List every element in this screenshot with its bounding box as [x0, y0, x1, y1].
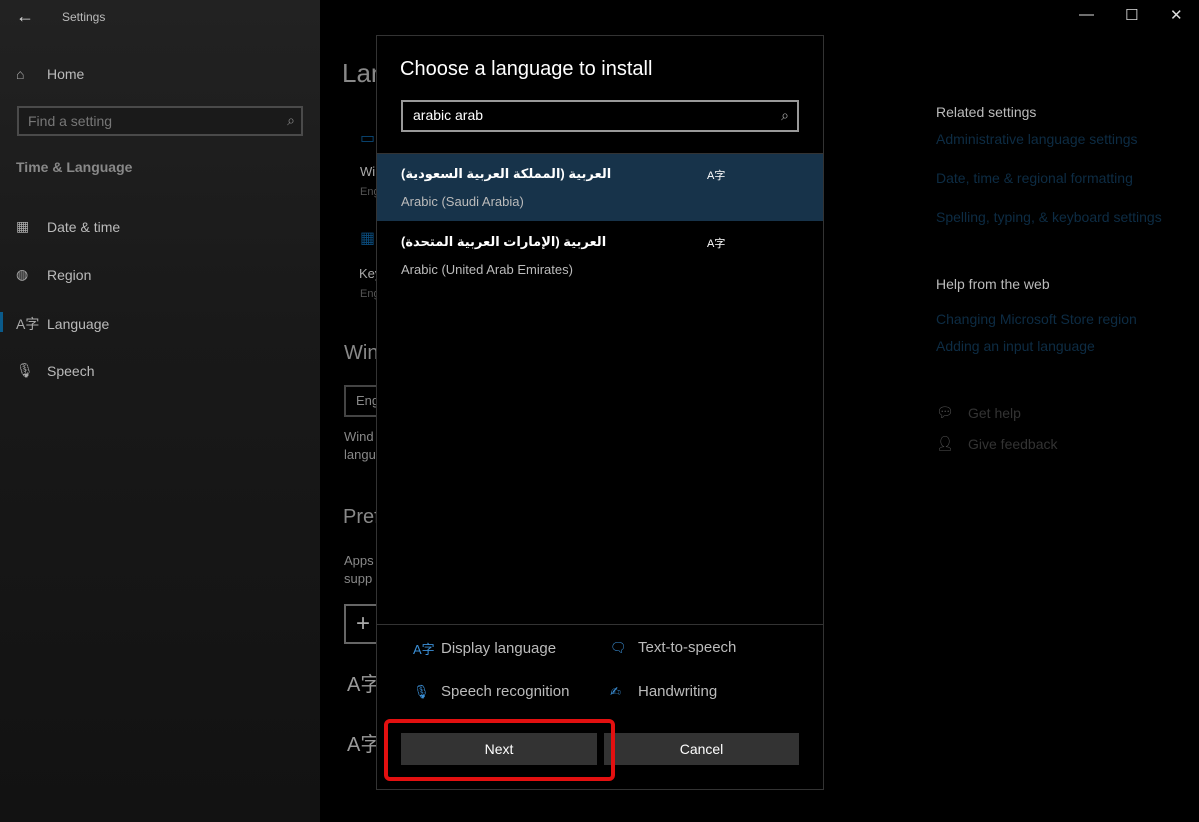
close-button[interactable]: ✕ — [1170, 6, 1183, 24]
text-to-speech-icon: 🗨︎ — [610, 639, 627, 655]
page-title: Lan — [342, 58, 376, 88]
fragment: supp — [344, 571, 373, 586]
globe-icon: ◍ — [16, 266, 29, 282]
sidebar-item-region[interactable]: ◍ Region — [16, 266, 91, 283]
feedback-icon: 👤︎ — [936, 435, 954, 451]
sidebar-item-date-time[interactable]: ▦ Date & time — [16, 218, 120, 235]
monitor-icon: ▭ — [360, 130, 376, 147]
section-heading-fragment: Win — [344, 342, 376, 364]
nav-label: Speech — [47, 362, 95, 379]
section-heading: Time & Language — [16, 159, 133, 175]
get-help-icon: 💬︎ — [936, 404, 954, 420]
home-icon: ⌂ — [16, 66, 25, 82]
home-label: Home — [47, 66, 85, 82]
keyboard-icon: ▦ — [360, 230, 376, 247]
english-name: Arabic (Saudi Arabia) — [401, 194, 524, 209]
handwriting-icon: ✍︎ — [610, 683, 621, 699]
get-help-link[interactable]: Get help — [968, 405, 1021, 421]
language-option-uae[interactable]: العربية (الإمارات العربية المتحدة) Arabi… — [377, 222, 823, 289]
language-search-input[interactable]: arabic arab ⌕ — [401, 100, 799, 132]
microphone-icon: 🎙︎ — [413, 683, 430, 699]
nav-label: Region — [47, 266, 92, 283]
cancel-button[interactable]: Cancel — [604, 733, 799, 765]
microphone-icon: 🎙︎ — [16, 362, 34, 378]
sidebar-item-language[interactable]: A字 Language — [16, 314, 109, 334]
link-input-language[interactable]: Adding an input language — [936, 338, 1095, 354]
give-feedback-link[interactable]: Give feedback — [968, 436, 1058, 452]
feature-speech-recognition: 🎙︎ Speech recognition — [413, 683, 569, 700]
nav-label: Language — [47, 316, 110, 332]
fragment: Apps — [344, 553, 374, 568]
back-arrow-icon[interactable]: ← — [16, 6, 34, 27]
next-button-highlight — [384, 719, 615, 781]
display-language-icon: A字 — [707, 238, 726, 250]
maximize-button[interactable]: ☐ — [1125, 6, 1138, 24]
calendar-clock-icon: ▦ — [16, 218, 30, 234]
language-icon: A字 — [16, 316, 40, 332]
divider — [377, 624, 823, 625]
window-title: Settings — [62, 10, 106, 24]
native-name: العربية (المملكة العربية السعودية) — [401, 166, 612, 181]
language-option-saudi-arabia[interactable]: العربية (المملكة العربية السعودية) Arabi… — [377, 154, 823, 221]
language-icon: A字 — [347, 734, 376, 756]
search-icon: ⌕ — [287, 112, 295, 128]
feature-display-language: A字 Display language — [413, 639, 556, 658]
find-setting-input[interactable]: Find a setting ⌕ — [17, 106, 303, 136]
feature-handwriting: ✍︎ Handwriting — [610, 683, 717, 700]
feature-label: Display language — [441, 640, 557, 657]
windows-display-fragment: Wi — [360, 164, 376, 179]
link-store-region[interactable]: Changing Microsoft Store region — [936, 311, 1137, 327]
dialog-title: Choose a language to install — [400, 58, 653, 80]
sidebar-item-home[interactable]: ⌂ Home — [16, 66, 84, 82]
search-placeholder: Find a setting — [28, 113, 113, 129]
feature-label: Text-to-speech — [638, 639, 737, 656]
display-language-icon: A字 — [707, 170, 726, 182]
link-admin-language[interactable]: Administrative language settings — [936, 131, 1138, 147]
fragment: Wind — [344, 429, 374, 444]
section-heading-fragment: Pref — [343, 506, 376, 528]
nav-label: Date & time — [47, 218, 121, 235]
plus-icon: + — [356, 610, 371, 637]
native-name: العربية (الإمارات العربية المتحدة) — [401, 234, 607, 249]
help-heading: Help from the web — [936, 276, 1050, 292]
keyboard-fragment: Key — [359, 266, 376, 281]
feature-label: Speech recognition — [441, 683, 570, 700]
feature-label: Handwriting — [638, 683, 718, 700]
fragment: Eng — [360, 186, 376, 198]
search-icon: ⌕ — [781, 107, 789, 123]
minimize-button[interactable]: — — [1079, 6, 1094, 23]
selection-indicator — [0, 312, 3, 332]
link-spelling-typing[interactable]: Spelling, typing, & keyboard settings — [936, 209, 1162, 225]
fragment: Eng — [360, 288, 376, 300]
feature-text-to-speech: 🗨︎ Text-to-speech — [610, 639, 736, 656]
search-value: arabic arab — [413, 107, 484, 123]
english-name: Arabic (United Arab Emirates) — [401, 262, 573, 277]
fragment: langu — [344, 447, 376, 462]
language-icon: A字 — [347, 674, 376, 696]
sidebar: ← Settings ⌂ Home Find a setting ⌕ Time & … — [0, 0, 320, 822]
language-icon: A字 — [413, 642, 435, 657]
related-settings-heading: Related settings — [936, 104, 1037, 120]
sidebar-item-speech[interactable]: 🎙︎ Speech — [16, 362, 94, 379]
link-date-time-format[interactable]: Date, time & regional formatting — [936, 170, 1133, 186]
choose-language-dialog: Choose a language to install arabic arab… — [376, 35, 824, 790]
